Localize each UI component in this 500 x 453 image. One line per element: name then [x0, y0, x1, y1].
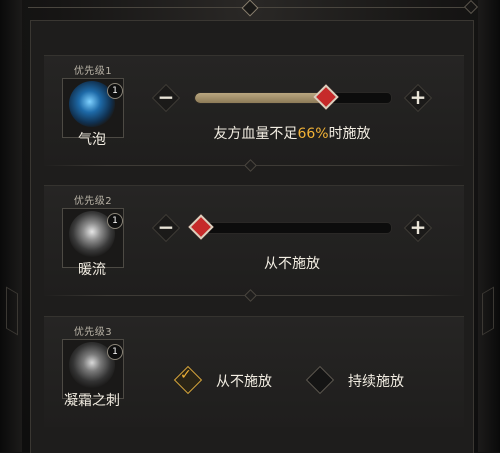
- plus-icon: +: [409, 85, 427, 109]
- caption-suffix: 时施放: [328, 126, 371, 142]
- priority-label: 优先级3: [73, 327, 113, 338]
- option-label: 持续施放: [348, 374, 404, 390]
- caption-prefix: 友方血量不足: [213, 126, 298, 142]
- priority-row-2: 优先级2 1 暖流 − + 从不施放: [44, 185, 464, 302]
- slider-fill: [195, 93, 325, 103]
- row-divider: [44, 289, 464, 302]
- checkbox-unchecked[interactable]: [305, 365, 335, 395]
- skill-name: 暖流: [78, 262, 106, 278]
- option-always-cast[interactable]: 持续施放: [305, 365, 446, 395]
- threshold-slider[interactable]: [188, 214, 392, 240]
- decrease-button[interactable]: −: [152, 214, 180, 242]
- priority-label: 优先级2: [73, 196, 113, 207]
- priority-label: 优先级1: [73, 66, 113, 77]
- threshold-slider[interactable]: [194, 84, 392, 110]
- slider-handle[interactable]: [188, 214, 214, 240]
- cast-condition-text: 友方血量不足66%时施放: [152, 123, 432, 143]
- skill-count-badge: 1: [107, 213, 123, 229]
- skill-count-badge: 1: [107, 83, 123, 99]
- cast-condition-text: 从不施放: [264, 256, 320, 272]
- minus-icon: −: [157, 85, 175, 109]
- skill-name: 凝霜之刺: [64, 393, 120, 409]
- increase-button[interactable]: +: [404, 84, 432, 112]
- minus-icon: −: [157, 215, 175, 239]
- right-frame-ornament: [478, 0, 500, 452]
- option-label: 从不施放: [216, 374, 272, 390]
- slider-handle[interactable]: [313, 84, 340, 110]
- increase-button[interactable]: +: [404, 214, 432, 242]
- option-never-cast[interactable]: ✓ 从不施放: [173, 365, 284, 395]
- decrease-button[interactable]: −: [152, 84, 180, 112]
- priority-row-1: 优先级1 1 气泡 − + 友方血量不足66%时施放: [44, 55, 464, 172]
- checkmark-icon: ✓: [180, 367, 192, 383]
- plus-icon: +: [409, 215, 427, 239]
- row-divider: [44, 159, 464, 172]
- skill-count-badge: 1: [107, 344, 123, 360]
- priority-row-3: 优先级3 1 凝霜之刺 ✓ 从不施放 持续施放: [44, 316, 464, 427]
- left-frame-ornament: [0, 0, 22, 452]
- threshold-value: 66%: [297, 126, 329, 142]
- skill-name: 气泡: [78, 132, 106, 148]
